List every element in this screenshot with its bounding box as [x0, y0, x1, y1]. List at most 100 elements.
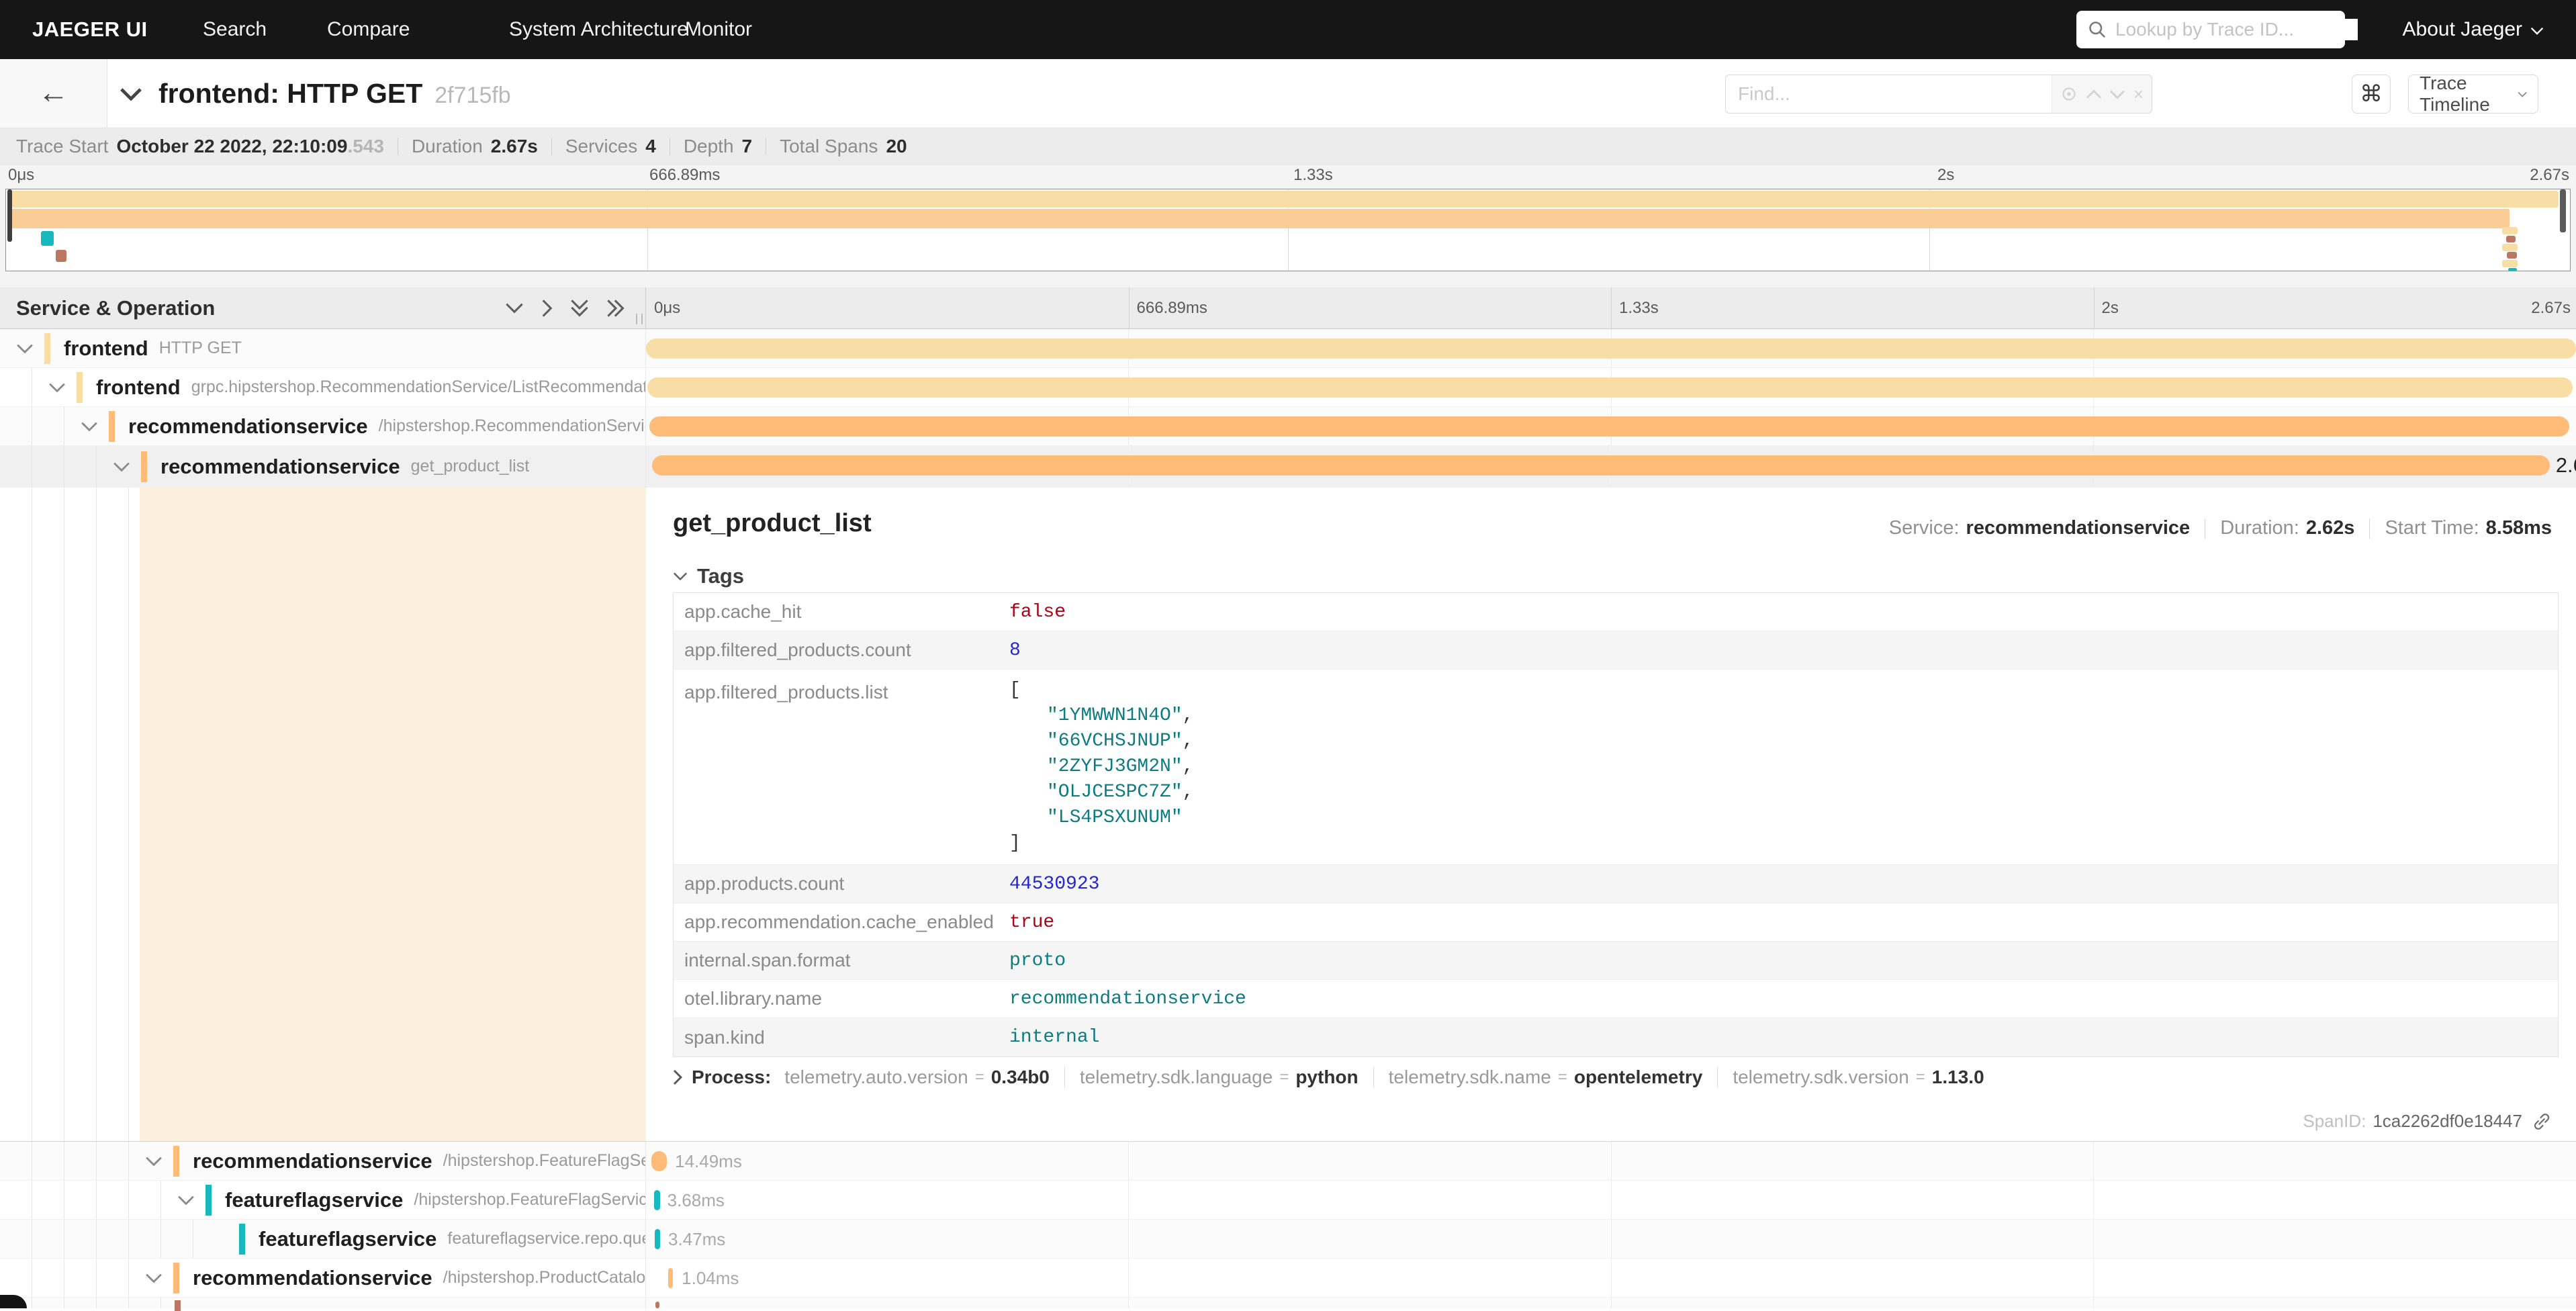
expand-one-icon[interactable]: [541, 299, 553, 318]
focus-target-icon[interactable]: [2060, 85, 2078, 103]
about-jaeger-menu[interactable]: About Jaeger: [2403, 0, 2544, 59]
service-color-bar: [205, 1185, 212, 1216]
keyboard-shortcuts-button[interactable]: ⌘: [2352, 75, 2391, 114]
find-clear-icon[interactable]: ×: [2133, 85, 2144, 103]
tag-row: otel.library.name recommendationservice: [674, 980, 2558, 1018]
nav-compare[interactable]: Compare: [327, 0, 410, 59]
minimap-span-bar: [2502, 260, 2518, 267]
chevron-down-icon[interactable]: [81, 421, 98, 432]
timeline-ruler: 0μs 666.89ms 1.33s 2s 2.67s: [646, 287, 2576, 328]
span-service: featureflagservice: [259, 1227, 436, 1251]
expand-all-icon[interactable]: [606, 299, 625, 318]
find-controls: ×: [2052, 75, 2152, 114]
collapse-one-icon[interactable]: [505, 302, 524, 314]
span-id-row: SpanID: 1ca2262df0e18447: [2303, 1111, 2552, 1132]
span-duration-bar[interactable]: [655, 1229, 660, 1249]
span-row[interactable]: frontend HTTP GET: [0, 329, 2576, 368]
collapse-all-icon[interactable]: [570, 299, 589, 318]
list-open-bracket: [: [1009, 678, 1193, 703]
span-service: recommendationservice: [128, 414, 368, 439]
nav-monitor[interactable]: Monitor: [685, 0, 752, 59]
link-icon[interactable]: [2532, 1112, 2552, 1132]
span-duration-bar[interactable]: [647, 377, 2573, 398]
span-row[interactable]: recommendationservice /hipstershop.Produ…: [0, 1259, 2576, 1298]
back-arrow-icon: ←: [38, 75, 69, 109]
tags-section-toggle[interactable]: Tags: [673, 564, 744, 588]
service-label: Service:: [1889, 517, 1960, 539]
chevron-down-icon[interactable]: [113, 461, 130, 472]
minimap-tick: 666.89ms: [649, 166, 720, 185]
span-duration-label: 2.62s: [2556, 446, 2576, 485]
timeline-header: Service & Operation 0μs 666.89ms 1.33s 2…: [0, 287, 2576, 329]
chevron-down-icon[interactable]: [48, 382, 66, 393]
minimap-right-handle[interactable]: [2560, 189, 2566, 232]
trace-start-value: October 22 2022, 22:10:09: [116, 136, 347, 157]
span-row[interactable]: recommendationservice /hipstershop.Recom…: [0, 407, 2576, 446]
minimap-tick: 2s: [1937, 166, 1954, 185]
chevron-down-icon[interactable]: [177, 1195, 195, 1206]
ruler-tick: 2.67s: [2531, 287, 2571, 328]
chevron-right-icon: [673, 1069, 682, 1085]
minimap-span-bar: [56, 250, 66, 262]
chevron-down-icon[interactable]: [16, 343, 34, 354]
span-duration-label: 3.68ms: [668, 1181, 725, 1220]
app-logo[interactable]: JAEGER UI: [32, 0, 148, 59]
minimap-span-bar: [2502, 244, 2518, 251]
nav-search[interactable]: Search: [203, 0, 267, 59]
tag-key: internal.span.format: [674, 950, 1009, 971]
start-time-value: 8.58ms: [2486, 517, 2552, 539]
tag-key: otel.library.name: [674, 988, 1009, 1009]
span-operation: /hipstershop.FeatureFlagService...: [443, 1151, 645, 1171]
span-operation: HTTP GET: [159, 338, 242, 358]
process-section[interactable]: Process: telemetry.auto.version=0.34b0 t…: [673, 1067, 1984, 1088]
minimap-span-bar: [41, 231, 54, 246]
span-operation: get_product_list: [411, 457, 530, 476]
span-operation: /hipstershop.ProductCatalogSer...: [443, 1268, 645, 1287]
span-operation: /hipstershop.RecommendationService/Lis..…: [379, 416, 645, 436]
span-row-selected[interactable]: recommendationservice get_product_list 2…: [0, 446, 2576, 488]
minimap-left-handle[interactable]: [7, 189, 12, 242]
span-detail-panel: get_product_list Service: recommendation…: [646, 488, 2576, 1141]
find-group: ×: [1725, 75, 2152, 114]
find-input[interactable]: [1725, 75, 2052, 114]
find-prev-icon[interactable]: [2086, 89, 2102, 99]
trace-collapse-toggle[interactable]: [120, 87, 142, 101]
span-row[interactable]: featureflagservice featureflagservice.re…: [0, 1220, 2576, 1259]
span-duration-bar[interactable]: [652, 455, 2549, 476]
chevron-down-icon[interactable]: [145, 1273, 163, 1283]
service-color-bar: [141, 451, 147, 482]
column-resizer-handle[interactable]: [636, 314, 643, 324]
span-duration-bar[interactable]: [655, 1302, 659, 1308]
process-label: Process:: [692, 1067, 771, 1088]
span-row[interactable]: recommendationservice /hipstershop.Featu…: [0, 1142, 2576, 1181]
trace-lookup-input[interactable]: [2115, 19, 2358, 40]
span-duration-bar[interactable]: [646, 338, 2576, 359]
find-next-icon[interactable]: [2109, 89, 2125, 99]
span-duration-bar[interactable]: [649, 416, 2570, 437]
span-service: frontend: [64, 336, 148, 361]
process-tag: telemetry.sdk.language=python: [1080, 1067, 1359, 1088]
tag-row: app.cache_hit false: [674, 593, 2558, 631]
trace-header: ← frontend: HTTP GET2f715fb × ⌘ Trace Ti…: [0, 59, 2576, 128]
service-color-bar: [173, 1146, 179, 1177]
span-duration-bar[interactable]: [651, 1151, 667, 1171]
product-id: "2ZYFJ3GM2N": [1047, 756, 1183, 777]
minimap-span-bar: [7, 191, 2559, 208]
span-row-partial[interactable]: [0, 1298, 2576, 1308]
span-duration-bar[interactable]: [668, 1268, 673, 1288]
nav-system-architecture[interactable]: System Architecture: [509, 0, 688, 59]
chevron-down-icon: [2530, 27, 2544, 35]
span-row[interactable]: frontend grpc.hipstershop.Recommendation…: [0, 368, 2576, 407]
trace-title: frontend: HTTP GET2f715fb: [158, 78, 511, 109]
trace-view-select[interactable]: Trace Timeline: [2408, 75, 2538, 114]
tag-key: app.filtered_products.count: [674, 639, 1009, 661]
back-button[interactable]: ←: [0, 59, 107, 128]
chevron-down-icon[interactable]: [145, 1156, 163, 1167]
span-row[interactable]: featureflagservice /hipstershop.FeatureF…: [0, 1181, 2576, 1220]
span-duration-label: 3.47ms: [668, 1220, 725, 1259]
service-color-bar: [109, 411, 115, 442]
tags-table: app.cache_hit false app.filtered_product…: [673, 592, 2559, 1057]
minimap-canvas[interactable]: [5, 189, 2571, 271]
tag-row: internal.span.format proto: [674, 942, 2558, 980]
span-duration-bar[interactable]: [654, 1190, 660, 1210]
